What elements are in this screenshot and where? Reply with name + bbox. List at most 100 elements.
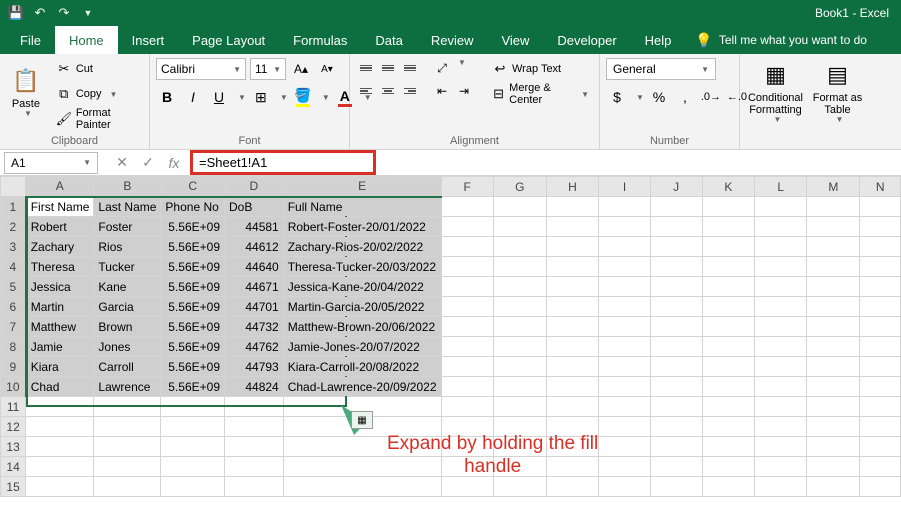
cell-H15[interactable] — [546, 477, 599, 497]
cell-F11[interactable] — [441, 397, 493, 417]
cell-M10[interactable] — [807, 377, 860, 397]
cell-F4[interactable] — [441, 257, 493, 277]
tab-help[interactable]: Help — [631, 26, 686, 54]
cell-E10[interactable]: Chad-Lawrence-20/09/2022 — [283, 377, 441, 397]
col-header-C[interactable]: C — [161, 177, 225, 197]
col-header-D[interactable]: D — [225, 177, 284, 197]
cell-N2[interactable] — [860, 217, 901, 237]
redo-icon[interactable]: ↷ — [56, 5, 72, 21]
chevron-down-icon[interactable]: ▼ — [322, 93, 330, 102]
cell-C8[interactable]: 5.56E+09 — [161, 337, 225, 357]
chevron-down-icon[interactable]: ▼ — [458, 58, 466, 78]
cell-A11[interactable] — [26, 397, 94, 417]
cell-M7[interactable] — [807, 317, 860, 337]
tab-developer[interactable]: Developer — [543, 26, 630, 54]
bold-button[interactable]: B — [156, 86, 178, 108]
cell-H6[interactable] — [546, 297, 599, 317]
row-header-10[interactable]: 10 — [1, 377, 26, 397]
cell-N14[interactable] — [860, 457, 901, 477]
row-header-3[interactable]: 3 — [1, 237, 26, 257]
cell-D1[interactable]: DoB — [225, 197, 284, 217]
increase-indent-icon[interactable]: ⇥ — [454, 81, 474, 101]
cell-F9[interactable] — [441, 357, 493, 377]
cell-I12[interactable] — [599, 417, 650, 437]
cell-N15[interactable] — [860, 477, 901, 497]
cell-K3[interactable] — [702, 237, 755, 257]
cell-K4[interactable] — [702, 257, 755, 277]
number-format-select[interactable]: General▼ — [606, 58, 716, 80]
cell-J6[interactable] — [650, 297, 702, 317]
cell-E9[interactable]: Kiara-Carroll-20/08/2022 — [283, 357, 441, 377]
cell-H9[interactable] — [546, 357, 599, 377]
cell-D5[interactable]: 44671 — [225, 277, 284, 297]
cell-I13[interactable] — [599, 437, 650, 457]
orientation-icon[interactable]: ⤢ — [432, 58, 452, 78]
cell-K12[interactable] — [702, 417, 755, 437]
col-header-A[interactable]: A — [26, 177, 94, 197]
cell-J13[interactable] — [650, 437, 702, 457]
worksheet-grid[interactable]: ABCDEFGHIJKLMN1First NameLast NamePhone … — [0, 176, 901, 497]
cell-F8[interactable] — [441, 337, 493, 357]
cell-C2[interactable]: 5.56E+09 — [161, 217, 225, 237]
cell-B5[interactable]: Kane — [94, 277, 161, 297]
cell-A14[interactable] — [26, 457, 94, 477]
cell-N9[interactable] — [860, 357, 901, 377]
cell-J8[interactable] — [650, 337, 702, 357]
cell-J4[interactable] — [650, 257, 702, 277]
row-header-7[interactable]: 7 — [1, 317, 26, 337]
row-header-2[interactable]: 2 — [1, 217, 26, 237]
cell-A6[interactable]: Martin — [26, 297, 94, 317]
underline-button[interactable]: U — [208, 86, 230, 108]
tab-review[interactable]: Review — [417, 26, 488, 54]
cell-A3[interactable]: Zachary — [26, 237, 94, 257]
cell-B8[interactable]: Jones — [94, 337, 161, 357]
row-header-9[interactable]: 9 — [1, 357, 26, 377]
cell-J3[interactable] — [650, 237, 702, 257]
cell-K1[interactable] — [702, 197, 755, 217]
cell-C7[interactable]: 5.56E+09 — [161, 317, 225, 337]
cell-C11[interactable] — [161, 397, 225, 417]
cell-B13[interactable] — [94, 437, 161, 457]
row-header-5[interactable]: 5 — [1, 277, 26, 297]
comma-format-icon[interactable]: , — [674, 86, 696, 108]
cell-M15[interactable] — [807, 477, 860, 497]
cell-B10[interactable]: Lawrence — [94, 377, 161, 397]
cell-N11[interactable] — [860, 397, 901, 417]
cell-N5[interactable] — [860, 277, 901, 297]
chevron-down-icon[interactable]: ▼ — [280, 93, 288, 102]
cell-C3[interactable]: 5.56E+09 — [161, 237, 225, 257]
cell-H8[interactable] — [546, 337, 599, 357]
cell-A15[interactable] — [26, 477, 94, 497]
col-header-G[interactable]: G — [493, 177, 546, 197]
cell-M12[interactable] — [807, 417, 860, 437]
cell-G9[interactable] — [493, 357, 546, 377]
decrease-indent-icon[interactable]: ⇤ — [432, 81, 452, 101]
cell-H3[interactable] — [546, 237, 599, 257]
cell-M1[interactable] — [807, 197, 860, 217]
cell-C14[interactable] — [161, 457, 225, 477]
select-all-corner[interactable] — [1, 177, 26, 197]
cell-E2[interactable]: Robert-Foster-20/01/2022 — [283, 217, 441, 237]
cell-A9[interactable]: Kiara — [26, 357, 94, 377]
qat-customize-icon[interactable]: ▼ — [80, 5, 96, 21]
col-header-I[interactable]: I — [599, 177, 650, 197]
cell-J9[interactable] — [650, 357, 702, 377]
cell-N8[interactable] — [860, 337, 901, 357]
col-header-N[interactable]: N — [860, 177, 901, 197]
cell-D3[interactable]: 44612 — [225, 237, 284, 257]
cell-F3[interactable] — [441, 237, 493, 257]
paste-button[interactable]: 📋 Paste ▼ — [6, 58, 46, 130]
row-header-6[interactable]: 6 — [1, 297, 26, 317]
cell-M2[interactable] — [807, 217, 860, 237]
tab-file[interactable]: File — [6, 26, 55, 54]
chevron-down-icon[interactable]: ▼ — [636, 93, 644, 102]
cell-D12[interactable] — [225, 417, 284, 437]
cell-N1[interactable] — [860, 197, 901, 217]
cell-B11[interactable] — [94, 397, 161, 417]
cell-A12[interactable] — [26, 417, 94, 437]
row-header-8[interactable]: 8 — [1, 337, 26, 357]
cell-E3[interactable]: Zachary-Rios-20/02/2022 — [283, 237, 441, 257]
col-header-K[interactable]: K — [702, 177, 755, 197]
cell-D10[interactable]: 44824 — [225, 377, 284, 397]
cell-G5[interactable] — [493, 277, 546, 297]
